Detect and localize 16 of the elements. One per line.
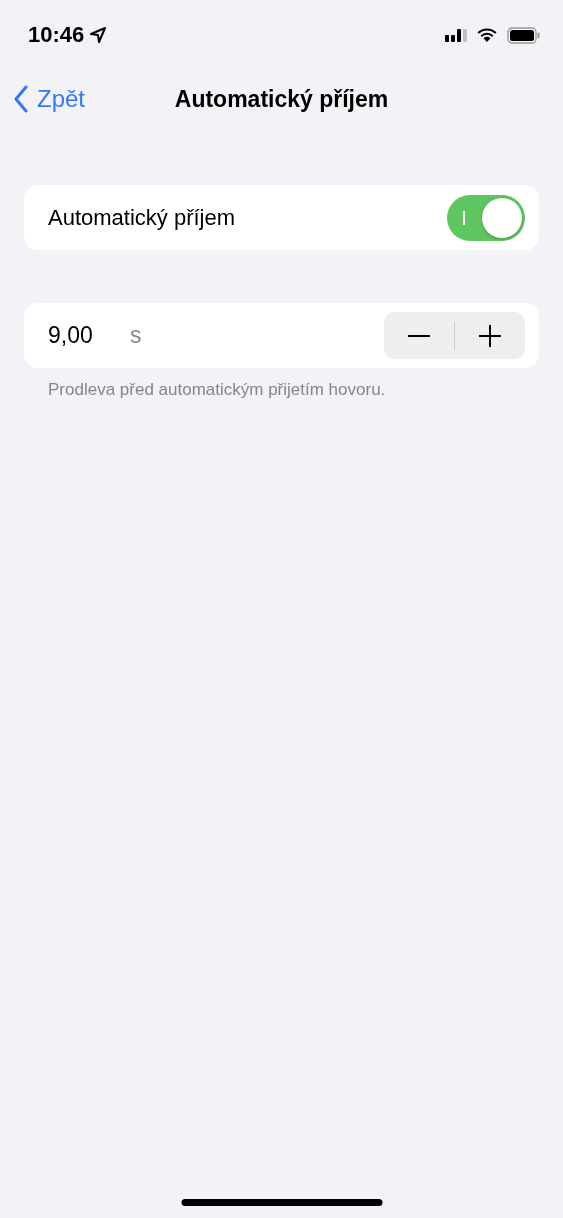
footer-note: Prodleva před automatickým přijetím hovoru.: [48, 380, 387, 400]
unit-label: s: [130, 322, 143, 349]
location-arrow-icon: [89, 26, 108, 44]
signal-icon: [445, 28, 467, 42]
minus-icon: [408, 334, 430, 337]
wifi-icon: [476, 27, 498, 43]
status-time: 10:46: [28, 22, 85, 48]
delay-value: 9,00: [48, 322, 94, 349]
toggle-switch[interactable]: [447, 194, 525, 241]
battery-icon: [507, 26, 541, 44]
on-label-icon: [463, 210, 466, 225]
plus-icon: [479, 324, 501, 347]
setting-label: Automatický příjem: [48, 204, 237, 231]
back-button[interactable]: Zpět: [0, 84, 92, 114]
screen-title: Automatický příjem: [174, 85, 389, 112]
chevron-left-icon: [13, 85, 29, 113]
